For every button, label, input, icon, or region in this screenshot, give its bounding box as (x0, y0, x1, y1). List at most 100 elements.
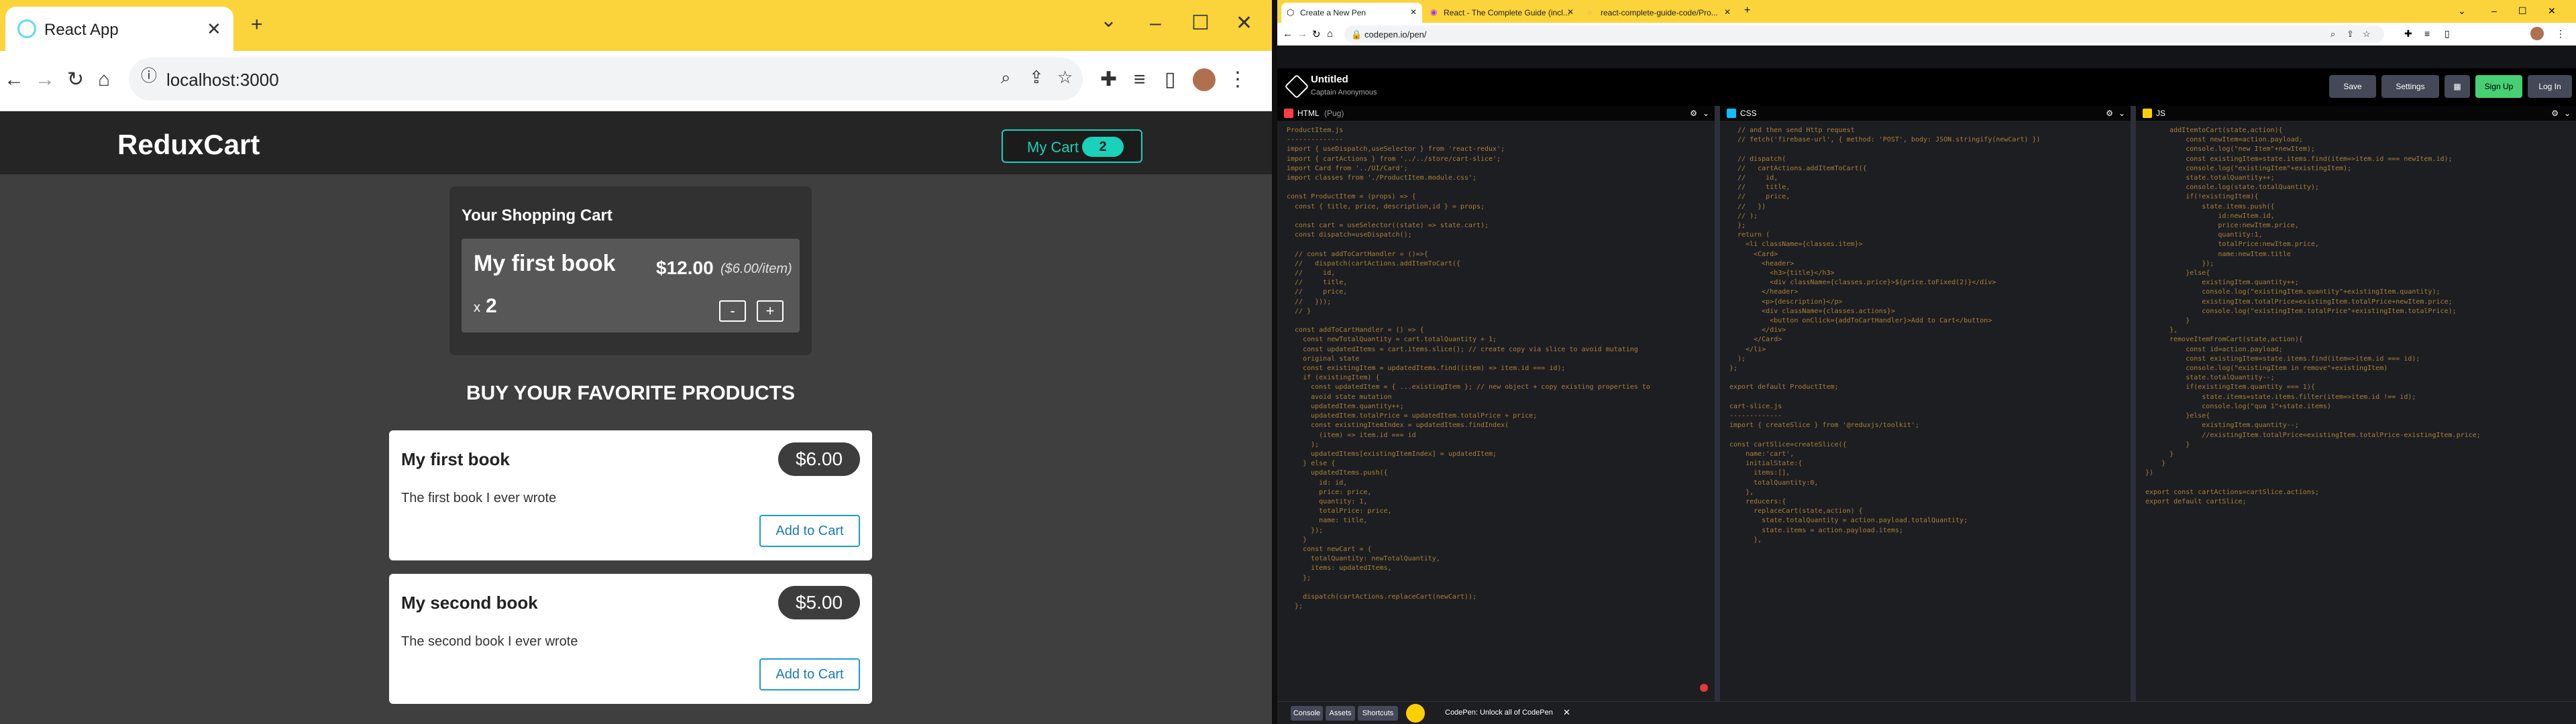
code-line: }, (1729, 488, 1754, 496)
code-line: state.items.push({ (2145, 202, 2275, 210)
close-icon[interactable]: ✕ (1410, 7, 1417, 17)
shortcuts-button[interactable]: Shortcuts (1358, 706, 1398, 721)
tab-create-new-pen[interactable]: ⬡ Create a New Pen ✕ (1281, 3, 1422, 23)
cart-item: My first book $12.00 ($6.00/item) x 2 - … (462, 239, 800, 333)
login-button[interactable]: Log In (2528, 75, 2572, 98)
pen-title[interactable]: Untitled (1311, 74, 1348, 85)
add-to-cart-button[interactable]: Add to Cart (759, 658, 860, 690)
profile-avatar[interactable] (1193, 68, 1216, 91)
save-button[interactable]: Save (2329, 75, 2376, 98)
forward-icon[interactable]: → (35, 70, 55, 90)
browser-toolbar: ← → ↻ ⌂ ⓘ localhost:3000 ⌕ ⇪ ☆ ✚ ≡ ▯ ⋮ (0, 51, 1272, 111)
add-to-cart-button[interactable]: Add to Cart (759, 515, 860, 547)
code-line: const cartSlice=createSlice({ (1729, 440, 1847, 448)
side-panel-icon[interactable]: ▯ (2445, 28, 2450, 40)
gear-icon[interactable]: ⚙ (2551, 109, 2559, 118)
minimize-icon[interactable]: – (1150, 13, 1161, 34)
html-editor[interactable]: HTML (Pug) ⚙ ⌄ ProductItem.js -----------… (1277, 106, 1720, 701)
gear-icon[interactable]: ⚙ (2106, 109, 2113, 118)
bookmark-star-icon[interactable]: ☆ (2363, 29, 2371, 40)
new-tab-icon[interactable]: + (1744, 5, 1750, 17)
increase-quantity-button[interactable]: + (757, 300, 784, 322)
home-icon[interactable]: ⌂ (1327, 28, 1333, 40)
chevron-down-icon[interactable]: ⌄ (2118, 109, 2125, 118)
cart-item-quantity: 2 (486, 295, 497, 317)
chevron-down-icon[interactable]: ⌄ (1703, 109, 1709, 118)
bookmark-star-icon[interactable]: ☆ (1057, 68, 1073, 86)
code-line: updatedItem.totalPrice = updatedItem.tot… (1287, 412, 1538, 420)
code-line: updatedItems[existingItemIndex] = update… (1287, 450, 1497, 458)
minimize-icon[interactable]: – (2491, 5, 2497, 16)
media-queue-icon[interactable]: ≡ (2424, 28, 2430, 39)
error-indicator-icon[interactable] (1700, 684, 1708, 692)
media-queue-icon[interactable]: ≡ (1134, 70, 1146, 90)
address-bar[interactable]: 🔒 codepen.io/pen/ ⌕ ⇪ ☆ (1344, 25, 2384, 43)
editor-lang-label: JS (2156, 109, 2166, 118)
app-brand: ReduxCart (117, 129, 260, 160)
more-menu-icon[interactable]: ⋮ (2556, 28, 2565, 40)
assets-button[interactable]: Assets (1326, 706, 1355, 721)
close-icon[interactable]: ✕ (1567, 7, 1574, 17)
zoom-icon[interactable]: ⌕ (1001, 68, 1011, 86)
js-editor[interactable]: JS ⚙ ⌄ addItemtoCart(state,action){ cons… (2136, 106, 2576, 701)
my-cart-button[interactable]: My Cart 2 (1002, 129, 1142, 163)
chevron-down-icon[interactable]: ⌄ (1100, 11, 1117, 31)
editor-lang-label: CSS (1740, 109, 1757, 118)
settings-button[interactable]: Settings (2381, 75, 2439, 98)
codepen-editors: HTML (Pug) ⚙ ⌄ ProductItem.js -----------… (1277, 106, 2576, 701)
back-icon[interactable]: ← (4, 70, 24, 90)
code-area[interactable]: // and then send Http request // fetch('… (1729, 126, 2124, 545)
code-line: }; (1287, 603, 1303, 611)
tab-react-guide[interactable]: ◉ React - The Complete Guide (incl... ✕ (1425, 3, 1579, 23)
layout-button[interactable]: ▦ (2445, 75, 2470, 98)
tab-react-app[interactable]: React App ✕ (5, 7, 233, 51)
close-icon[interactable]: ✕ (1563, 707, 1570, 718)
close-icon[interactable]: ✕ (207, 20, 221, 38)
maximize-icon[interactable]: ☐ (2518, 5, 2527, 17)
gear-icon[interactable]: ⚙ (1690, 109, 1697, 118)
forward-icon[interactable]: → (1297, 28, 1307, 40)
extensions-icon[interactable]: ✚ (2404, 28, 2412, 40)
profile-avatar[interactable] (2530, 27, 2544, 40)
code-line: } (2145, 440, 2190, 448)
zoom-icon[interactable]: ⌕ (2330, 29, 2335, 40)
close-window-icon[interactable]: ✕ (1236, 13, 1252, 34)
signup-button[interactable]: Sign Up (2475, 75, 2522, 98)
code-area[interactable]: addItemtoCart(state,action){ const newIt… (2145, 126, 2569, 507)
close-icon[interactable]: ✕ (1724, 7, 1731, 17)
share-icon[interactable]: ⇪ (2347, 29, 2354, 40)
code-line: }; (1729, 222, 1746, 230)
chevron-down-icon[interactable]: ⌄ (2564, 109, 2571, 118)
close-window-icon[interactable]: ✕ (2548, 5, 2556, 17)
decrease-quantity-button[interactable]: - (719, 300, 746, 322)
share-icon[interactable]: ⇪ (1029, 68, 1044, 86)
tab-github-code[interactable]: ◌ react-complete-guide-code/Pro... ✕ (1582, 3, 1736, 23)
cart-item-title: My first book (474, 251, 616, 276)
code-line: cart-slice.js (1729, 402, 1782, 410)
promo-text[interactable]: CodePen: Unlock all of CodePen (1445, 709, 1553, 717)
side-panel-icon[interactable]: ▯ (1165, 70, 1176, 90)
tab-strip: ⬡ Create a New Pen ✕ ◉ React - The Compl… (1277, 0, 2576, 23)
code-line: name:'cart', (1729, 450, 1794, 458)
code-line: const newCart = { (1287, 545, 1372, 553)
css-editor[interactable]: CSS ⚙ ⌄ // and then send Http request //… (1720, 106, 2136, 701)
editor-lang-label: HTML (1297, 109, 1320, 118)
code-line: const id=action.payload; (2145, 345, 2283, 353)
code-line: initialState:{ (1729, 460, 1803, 468)
code-line: }) (2145, 469, 2154, 477)
code-area[interactable]: ProductItem.js -------------- import { use… (1287, 126, 1708, 611)
home-icon[interactable]: ⌂ (98, 70, 110, 90)
console-button[interactable]: Console (1291, 706, 1323, 721)
reload-icon[interactable]: ↻ (1312, 28, 1321, 40)
codepen-logo-icon[interactable] (1284, 74, 1309, 99)
back-icon[interactable]: ← (1283, 28, 1293, 40)
reload-icon[interactable]: ↻ (67, 70, 84, 90)
new-tab-icon[interactable]: + (251, 15, 263, 35)
chevron-down-icon[interactable]: ⌄ (2458, 5, 2466, 17)
more-menu-icon[interactable]: ⋮ (1228, 70, 1248, 90)
maximize-icon[interactable]: ☐ (1191, 13, 1210, 34)
extensions-icon[interactable]: ✚ (1100, 70, 1117, 90)
address-bar[interactable]: ⓘ localhost:3000 ⌕ ⇪ ☆ (129, 58, 1083, 101)
